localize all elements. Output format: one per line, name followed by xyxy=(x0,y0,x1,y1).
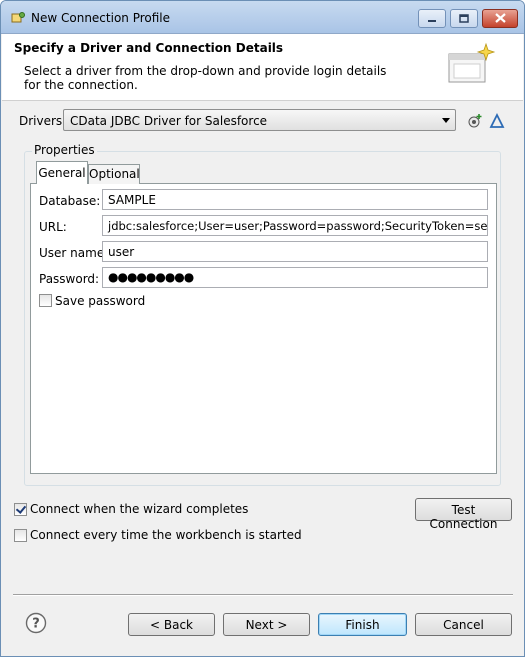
tab-optional[interactable]: Optional xyxy=(88,164,140,184)
close-button[interactable] xyxy=(482,9,518,28)
password-value: ●●●●●●●●● xyxy=(108,270,194,284)
cancel-button-label: Cancel xyxy=(443,618,484,632)
save-password-label[interactable]: Save password xyxy=(55,294,145,308)
connect-every-time-label[interactable]: Connect every time the workbench is star… xyxy=(30,528,302,542)
url-label: URL: xyxy=(39,220,67,234)
database-label: Database: xyxy=(39,194,101,208)
new-connection-profile-window: New Connection Profile Specify a Driver … xyxy=(0,0,525,657)
database-input[interactable]: SAMPLE xyxy=(102,189,488,210)
user-name-value: user xyxy=(108,245,135,259)
close-icon xyxy=(494,12,506,26)
chevron-down-icon xyxy=(442,118,450,123)
connect-every-time-checkbox[interactable] xyxy=(14,529,27,542)
connect-on-complete-checkbox[interactable] xyxy=(14,503,27,516)
url-value: jdbc:salesforce;User=user;Password=passw… xyxy=(108,219,488,233)
tab-optional-label: Optional xyxy=(89,167,140,181)
minimize-button[interactable] xyxy=(418,9,446,28)
title-bar[interactable]: New Connection Profile xyxy=(1,1,524,34)
test-connection-button[interactable]: Test Connection xyxy=(415,498,512,531)
cancel-button[interactable]: Cancel xyxy=(415,613,512,636)
maximize-icon xyxy=(459,12,469,26)
wizard-banner-icon xyxy=(446,42,496,88)
maximize-button[interactable] xyxy=(450,9,478,28)
page-title: Specify a Driver and Connection Details xyxy=(14,41,284,55)
next-button[interactable]: Next > xyxy=(223,613,310,636)
connect-on-complete-label[interactable]: Connect when the wizard completes xyxy=(30,502,248,516)
finish-button-label: Finish xyxy=(345,618,380,632)
url-input[interactable]: jdbc:salesforce;User=user;Password=passw… xyxy=(102,215,488,236)
back-button-label: < Back xyxy=(149,618,193,632)
save-password-checkbox[interactable] xyxy=(39,294,52,307)
wizard-header: Specify a Driver and Connection Details … xyxy=(2,34,523,101)
footer-separator xyxy=(13,594,513,596)
tab-general-label: General xyxy=(38,166,86,180)
test-connection-label: Test Connection xyxy=(429,503,498,531)
driver-dropdown[interactable]: CData JDBC Driver for Salesforce xyxy=(63,109,456,131)
driver-dropdown-value: CData JDBC Driver for Salesforce xyxy=(70,114,268,128)
database-value: SAMPLE xyxy=(108,193,156,207)
drivers-label: Drivers: xyxy=(19,114,67,128)
new-driver-definition-icon[interactable] xyxy=(467,113,483,129)
password-input[interactable]: ●●●●●●●●● xyxy=(102,267,488,288)
user-name-label: User name: xyxy=(39,246,109,260)
edit-driver-definition-icon[interactable] xyxy=(489,112,505,129)
window-title: New Connection Profile xyxy=(31,11,171,25)
tab-general[interactable]: General xyxy=(36,161,88,184)
page-description: Select a driver from the drop-down and p… xyxy=(24,64,387,92)
user-name-input[interactable]: user xyxy=(102,241,488,262)
minimize-icon xyxy=(427,12,437,26)
connection-profile-icon xyxy=(11,11,25,25)
back-button[interactable]: < Back xyxy=(128,613,215,636)
password-label: Password: xyxy=(39,272,100,286)
properties-group-label: Properties xyxy=(32,143,97,157)
next-button-label: Next > xyxy=(245,618,288,632)
finish-button[interactable]: Finish xyxy=(318,613,407,636)
svg-text:?: ? xyxy=(32,617,40,632)
help-icon[interactable]: ? xyxy=(25,612,47,634)
